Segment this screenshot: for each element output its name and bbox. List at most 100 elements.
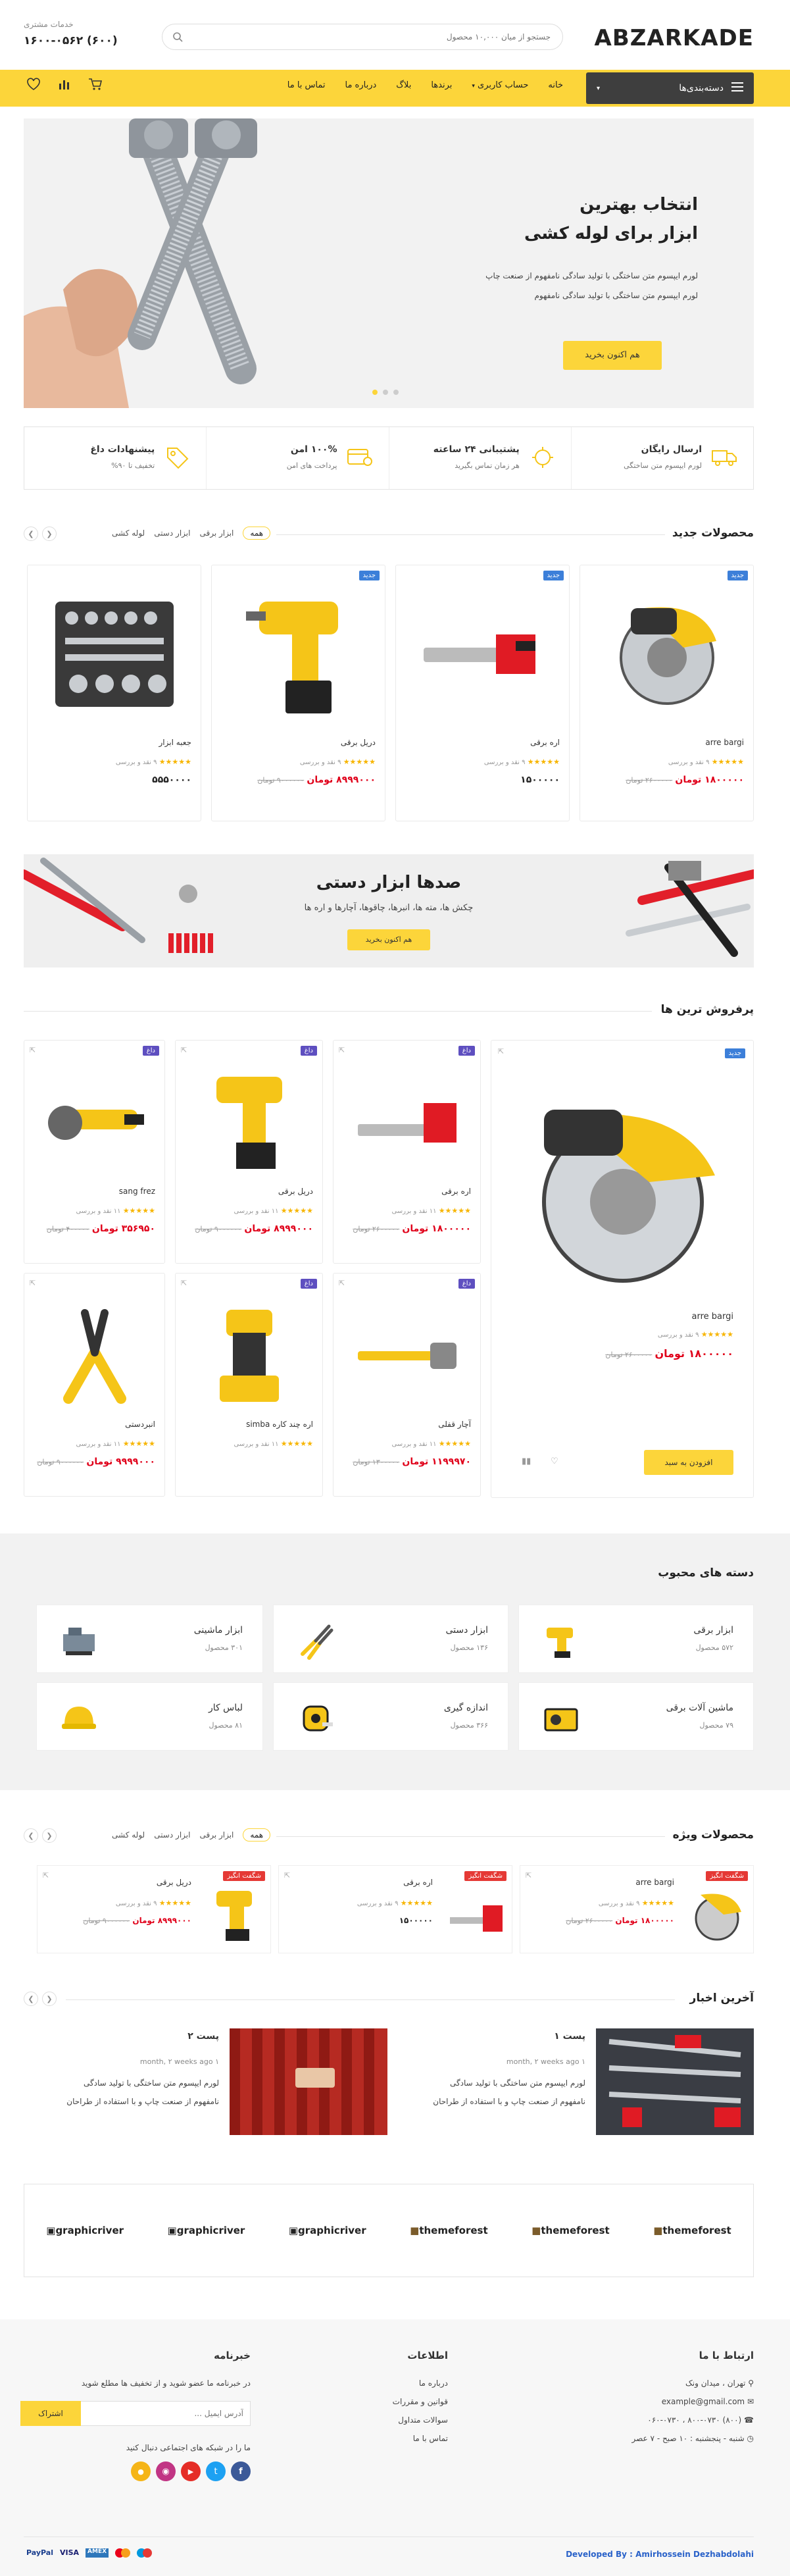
brand-logo[interactable]: ▣graphicriver [46,2225,124,2236]
brand-logo[interactable]: ■themeforest [531,2225,610,2236]
product-card[interactable]: ⇱ انبردستی ★★★★★ ۱۱ نقد و بررسی ۹۹۹۹۰۰۰ … [24,1273,165,1497]
footer-link[interactable]: سوالات متداول [316,2415,448,2425]
tab-hand-tools[interactable]: ابزار دستی [154,1830,190,1840]
expand-icon[interactable]: ⇱ [526,1871,531,1880]
category-card[interactable]: ابزار دستی ۱۳۶ محصول [273,1605,508,1673]
support-phone[interactable]: (۶۰۰) ۱۶۰۰-۰۵۶۲ [24,34,118,47]
expand-icon[interactable]: ⇱ [284,1871,290,1880]
cart-icon[interactable] [88,78,103,93]
product-card[interactable]: داغ ⇱ اره چند کاره simba ★★★★★ ۱۱ نقد و … [175,1273,323,1497]
footer-link[interactable]: قوانین و مقررات [316,2397,448,2406]
product-name[interactable]: اره برقی [530,738,560,747]
youtube-icon[interactable]: ▶ [181,2461,201,2481]
category-card[interactable]: لباس کار ۸۱ محصول [36,1682,263,1751]
product-name[interactable]: اره برقی [441,1187,471,1196]
news-post[interactable]: پست ۱ month, ۲ weeks ago ۱ لورم ایپسوم م… [399,2028,754,2135]
twitter-icon[interactable]: t [206,2461,226,2481]
product-name[interactable]: arre bargi [705,738,744,747]
expand-icon[interactable]: ⇱ [339,1279,345,1287]
footer-credit[interactable]: Developed By : Amirhossein Dezhabdolahi [566,2550,754,2559]
hero-cta-button[interactable]: هم اکنون بخرید [563,341,662,370]
product-card[interactable]: داغ ⇱ آچار قفلی ★★★★★ ۱۱ نقد و بررسی ۱۱۹… [333,1273,481,1497]
compare-icon[interactable]: ▮▮ [522,1456,531,1466]
brand-logo[interactable]: ▣graphicriver [289,2225,366,2236]
product-name[interactable]: جعبه ابزار [159,738,192,747]
product-name[interactable]: دریل برقی [341,738,376,747]
slider-dot-active[interactable] [372,390,378,395]
expand-icon[interactable]: ⇱ [498,1047,504,1056]
brand-logo[interactable]: ▣graphicriver [168,2225,245,2236]
category-card[interactable]: ابزار برقی ۵۷۲ محصول [518,1605,754,1673]
product-name[interactable]: انبردستی [125,1420,155,1429]
post-title[interactable]: پست ۱ [554,2031,585,2042]
brand-logo[interactable]: ■themeforest [410,2225,488,2236]
categories-button[interactable]: دسته‌بندی‌ها ▾ [586,72,754,104]
arrow-right-icon[interactable]: ❯ [24,1828,38,1843]
arrow-right-icon[interactable]: ❯ [24,1992,38,2006]
tab-power-tools[interactable]: ابزار برقی [199,528,234,538]
newsletter-email-input[interactable] [81,2401,251,2426]
arrow-left-icon[interactable]: ❮ [42,527,57,541]
category-card[interactable]: ماشین آلات برقی ۷۹ محصول [518,1682,754,1751]
nav-account[interactable]: حساب کاربری ▾ [472,80,528,90]
nav-brands[interactable]: برندها [431,80,452,90]
product-card[interactable]: داغ ⇱ sang frez ★★★★★ ۱۱ نقد و بررسی ۳۵۶… [24,1040,165,1264]
product-name[interactable]: آچار قفلی [438,1420,471,1429]
expand-icon[interactable]: ⇱ [181,1279,187,1287]
nav-contact[interactable]: تماس با ما [287,80,326,90]
footer-link[interactable]: درباره ما [316,2379,448,2388]
search-box[interactable] [162,24,563,50]
expand-icon[interactable]: ⇱ [43,1871,49,1880]
banner-cta-button[interactable]: هم اکنون بخرید [347,929,430,950]
news-post[interactable]: پست ۲ month, ۲ weeks ago ۱ لورم ایپسوم م… [32,2028,387,2135]
search-input[interactable] [195,24,551,49]
product-name[interactable]: arre bargi [635,1878,674,1887]
promo-banner[interactable]: صدها ابزار دستی چکش ها، مته ها، انبرها، … [24,854,754,967]
expand-icon[interactable]: ⇱ [30,1279,36,1287]
product-card[interactable]: داغ ⇱ دریل برقی ★★★★★ ۱۱ نقد و بررسی ۸۹۹… [175,1040,323,1264]
product-card[interactable]: جدید اره برقی ★★★★★ ۹ نقد و بررسی ۱۵۰۰۰۰… [395,565,570,821]
product-name[interactable]: اره برقی [403,1878,433,1887]
tab-plumbing[interactable]: لوله کشی [112,1830,145,1840]
product-card[interactable]: جدید دریل برقی ★★★★★ ۹ نقد و بررسی ۸۹۹۹۰… [211,565,385,821]
slider-dot[interactable] [383,390,388,395]
nav-home[interactable]: خانه [548,80,563,90]
product-card[interactable]: داغ ⇱ اره برقی ★★★★★ ۱۱ نقد و بررسی ۱۸۰۰… [333,1040,481,1264]
add-to-cart-button[interactable]: افزودن به سبد [644,1450,733,1475]
product-name[interactable]: دریل برقی [278,1187,313,1196]
instagram-icon[interactable]: ◉ [156,2461,176,2481]
product-name[interactable]: اره چند کاره simba [246,1420,313,1429]
special-product-card[interactable]: شگفت انگیز اره برقی ★★★★★ ۹ نقد و بررسی … [278,1865,512,1953]
category-card[interactable]: ابزار ماشینی ۳۰۱ محصول [36,1605,263,1673]
category-card[interactable]: اندازه گیری ۳۶۶ محصول [273,1682,508,1751]
expand-icon[interactable]: ⇱ [339,1046,345,1054]
brand-logo[interactable]: ■themeforest [653,2225,731,2236]
arrow-right-icon[interactable]: ❯ [24,527,38,541]
nav-blog[interactable]: بلاگ [396,80,411,90]
post-title[interactable]: پست ۲ [187,2031,219,2042]
footer-email[interactable]: ✉ example@gmail.com [556,2397,754,2406]
expand-icon[interactable]: ⇱ [30,1046,36,1054]
rss-icon[interactable]: ● [131,2461,151,2481]
nav-about[interactable]: درباره ما [345,80,377,90]
tab-hand-tools[interactable]: ابزار دستی [154,528,190,538]
arrow-left-icon[interactable]: ❮ [42,1992,57,2006]
product-name[interactable]: arre bargi [692,1312,733,1322]
footer-phone[interactable]: ☎ (۸۰۰) ۸۰۰-۰۷۳۰ ، ۰۶۰-۰۷۳۰ [556,2415,754,2425]
compare-icon[interactable] [58,78,71,93]
special-product-card[interactable]: شگفت انگیز arre bargi ★★★★★ ۹ نقد و بررس… [520,1865,754,1953]
product-card[interactable]: جدید arre bargi ★★★★★ ۹ نقد و بررسی ۱۸۰۰… [580,565,754,821]
product-name[interactable]: دریل برقی [157,1878,191,1887]
tab-plumbing[interactable]: لوله کشی [112,528,145,538]
arrow-left-icon[interactable]: ❮ [42,1828,57,1843]
tab-power-tools[interactable]: ابزار برقی [199,1830,234,1840]
tab-all[interactable]: همه [243,527,271,540]
footer-link[interactable]: تماس با ما [316,2434,448,2443]
product-card[interactable]: جعبه ابزار ★★★★★ ۹ نقد و بررسی ۵۵۵۰۰۰۰ [27,565,201,821]
subscribe-button[interactable]: اشتراک [20,2401,81,2426]
wishlist-icon[interactable]: ♡ [551,1456,558,1466]
expand-icon[interactable]: ⇱ [181,1046,187,1054]
product-name[interactable]: sang frez [119,1187,155,1196]
special-product-card[interactable]: شگفت انگیز دریل برقی ★★★★★ ۹ نقد و بررسی… [37,1865,271,1953]
slider-dot[interactable] [393,390,399,395]
